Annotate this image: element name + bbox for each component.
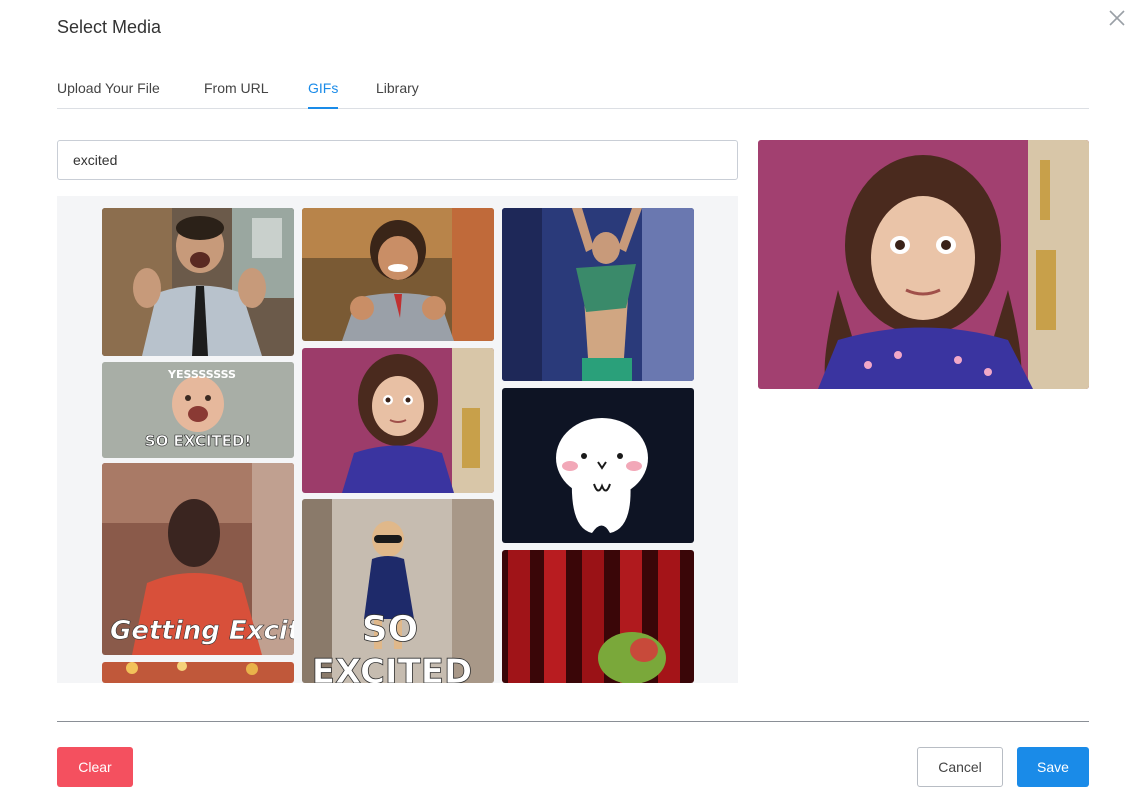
gif-baby-so-excited[interactable]: YESSSSSSS SO EXCITED! <box>102 362 294 458</box>
gif-toddler-sunglasses[interactable]: SO EXCITED <box>302 499 494 683</box>
media-tabs: Upload Your File From URL GIFs Library <box>57 80 1089 109</box>
cancel-button[interactable]: Cancel <box>917 747 1003 787</box>
tab-upload-your-file[interactable]: Upload Your File <box>57 80 160 109</box>
selected-gif-preview <box>758 140 1089 389</box>
gif-caption-top: YESSSSSSS <box>167 368 236 381</box>
gif-search-input[interactable] <box>57 140 738 180</box>
gif-partial-bottom[interactable] <box>102 662 294 683</box>
close-icon <box>1109 10 1125 26</box>
gif-caption: Getting Excited <box>110 616 294 646</box>
gif-man-clapping[interactable] <box>102 208 294 356</box>
footer-divider <box>57 721 1089 722</box>
gif-kermit-curtain[interactable] <box>502 550 694 683</box>
gif-results-grid[interactable]: YESSSSSSS SO EXCITED! Getting Excited <box>57 196 738 683</box>
gif-man-arms-raised[interactable] <box>502 208 694 381</box>
gif-girl-blue-shirt[interactable] <box>302 348 494 493</box>
gif-caption: SO <box>362 609 419 650</box>
close-button[interactable] <box>1105 6 1129 30</box>
tab-from-url[interactable]: From URL <box>204 80 269 109</box>
tab-gifs[interactable]: GIFs <box>308 80 339 109</box>
gif-caption-second: EXCITED <box>312 652 472 683</box>
gif-girl-fists-pumped[interactable] <box>302 208 494 341</box>
modal-title: Select Media <box>57 17 162 37</box>
gif-getting-excited[interactable]: Getting Excited <box>102 463 294 655</box>
gif-cartoon-ghost[interactable] <box>502 388 694 543</box>
gif-caption: SO EXCITED! <box>145 432 251 450</box>
clear-button[interactable]: Clear <box>57 747 133 787</box>
tab-library[interactable]: Library <box>376 80 419 109</box>
save-button[interactable]: Save <box>1017 747 1089 787</box>
